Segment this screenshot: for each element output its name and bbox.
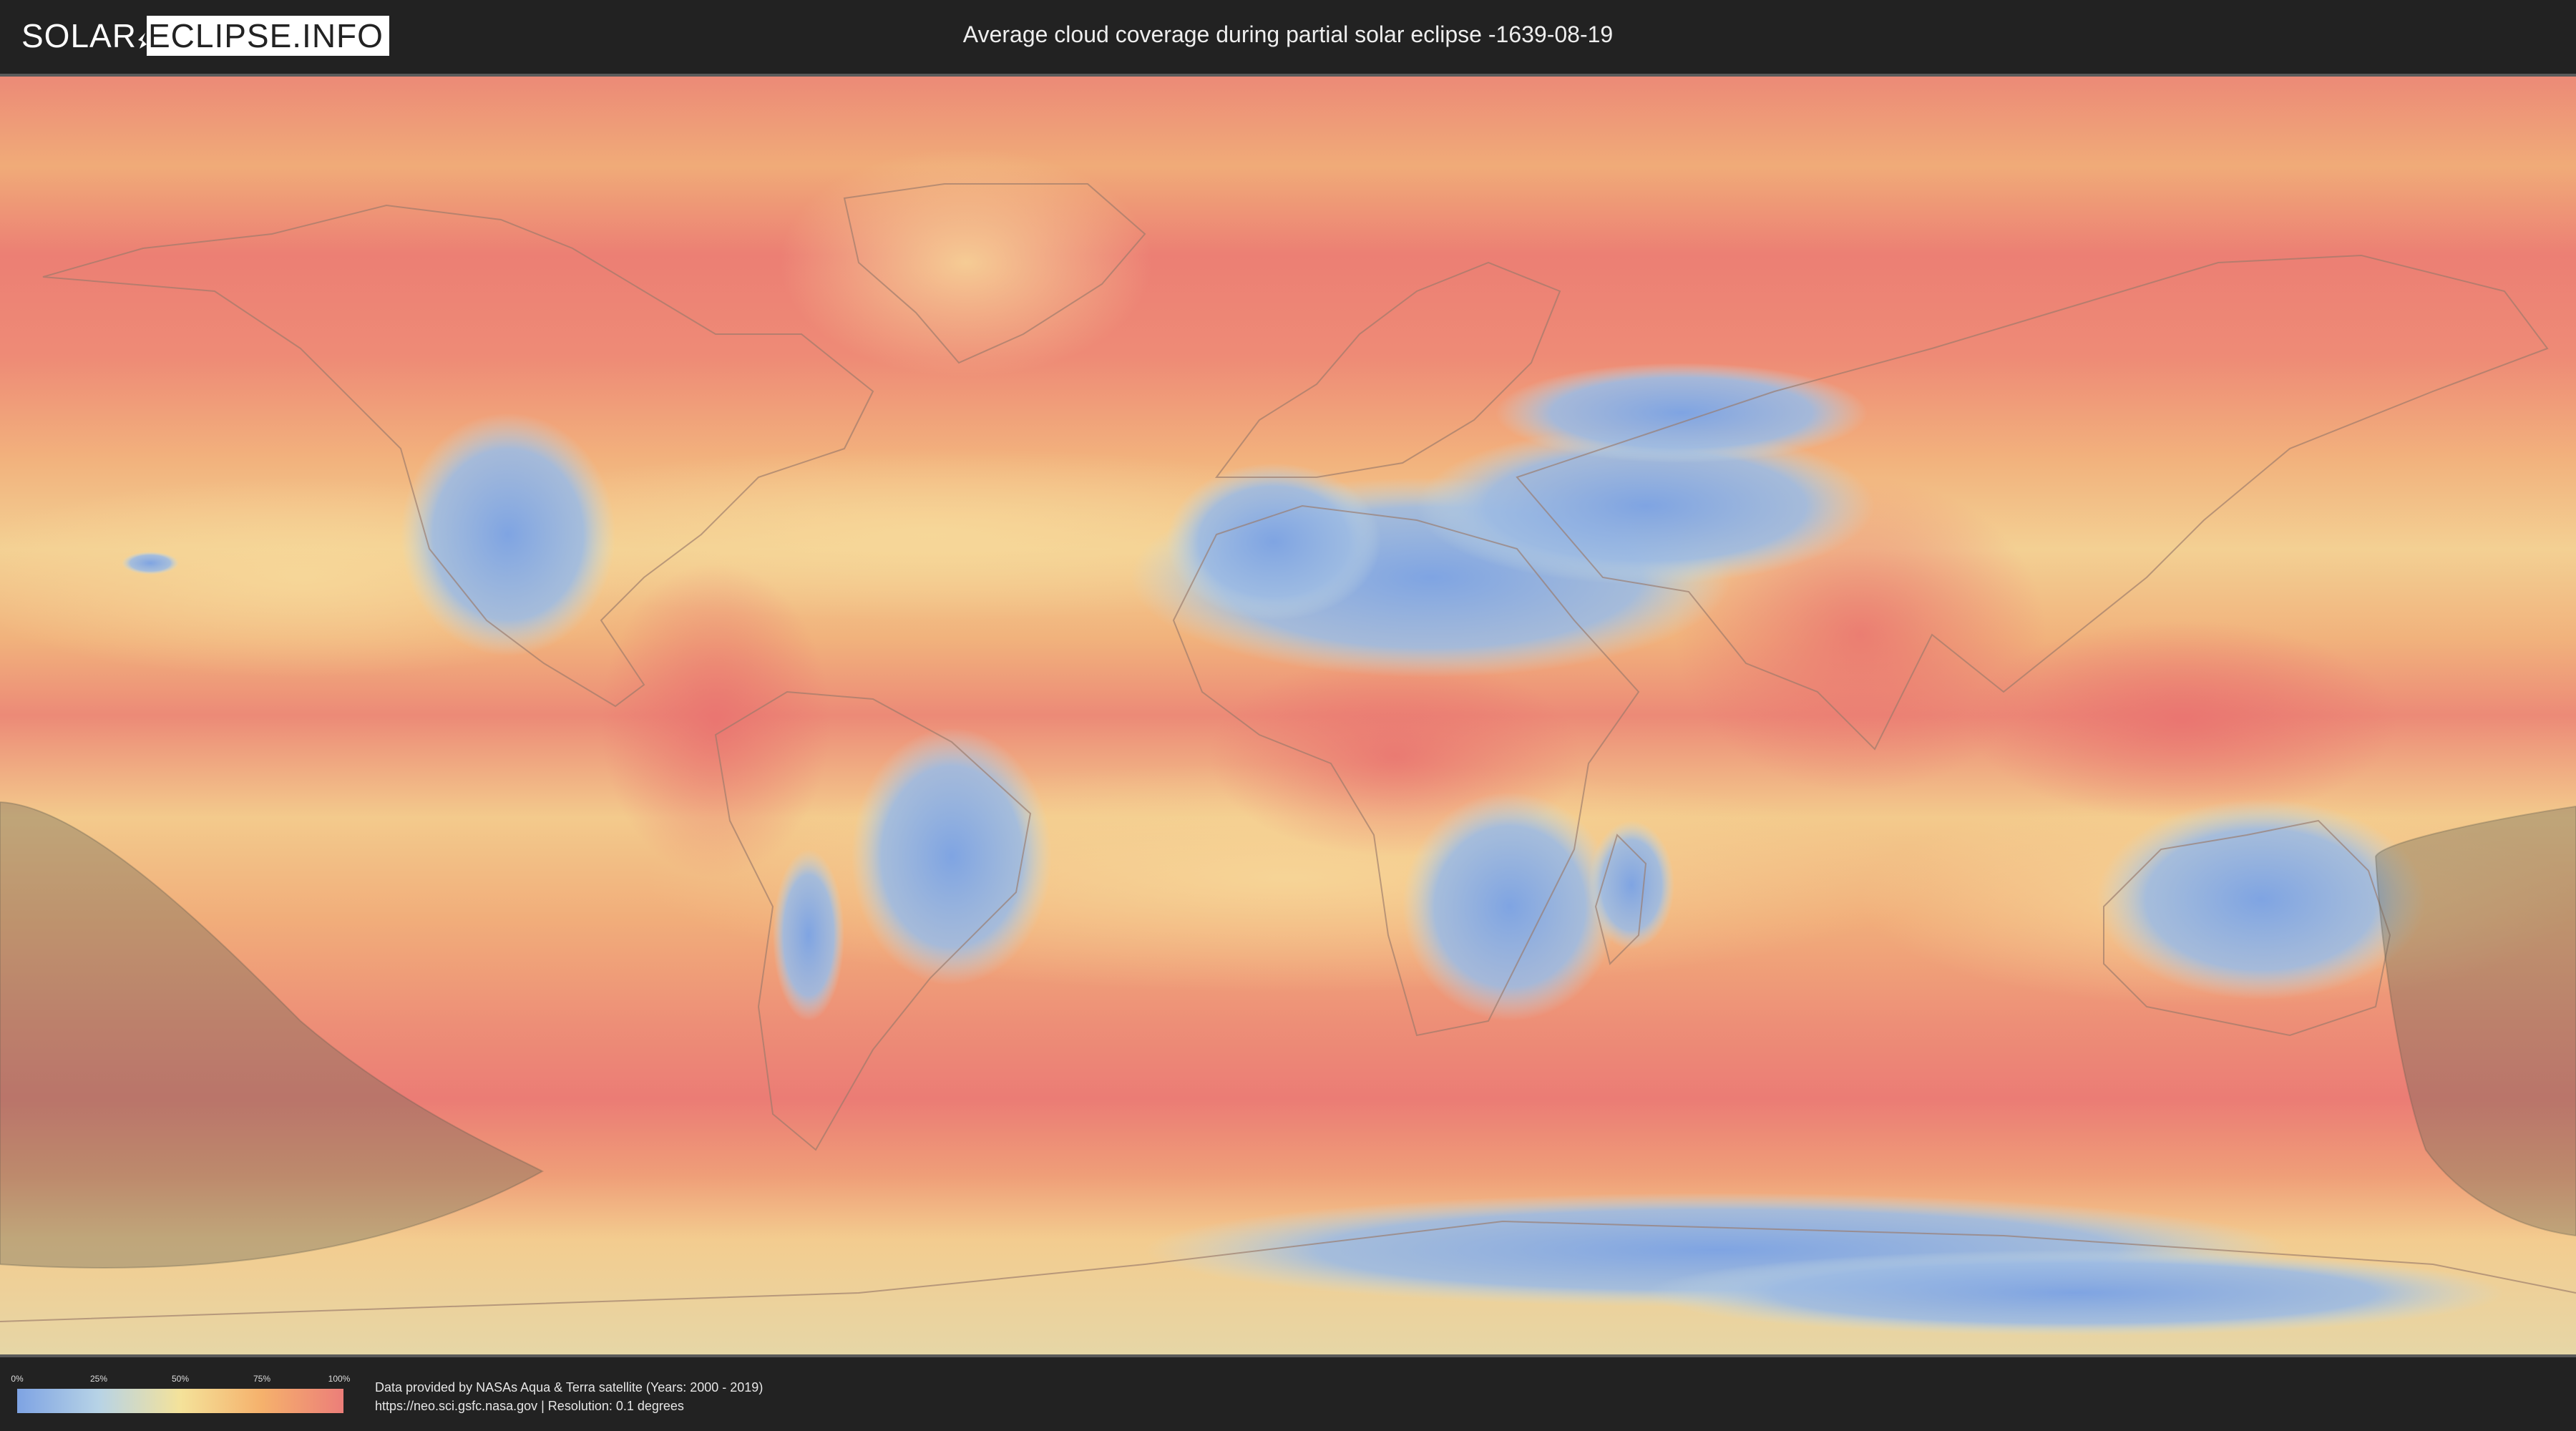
clear-region-brazil — [852, 728, 1052, 985]
clear-region-hawaii — [122, 552, 179, 575]
clear-region-antarctica-interior — [1646, 1250, 2504, 1336]
legend-tick-50: 50% — [171, 1374, 190, 1384]
page-title: Average cloud coverage during partial so… — [962, 21, 1614, 47]
maritime-continent-cloud — [1968, 620, 2397, 821]
greenland-band — [780, 148, 1152, 377]
data-credits: Data provided by NASAs Aqua & Terra sate… — [375, 1378, 763, 1415]
clear-region-central-asia — [1496, 363, 1868, 463]
clear-region-australia — [2097, 799, 2426, 1000]
clear-region-west-sahara — [1166, 463, 1381, 620]
header-bar: SOLAR ECLIPSE.INFO Average cloud coverag… — [0, 0, 2576, 72]
legend-tick-100: 100% — [328, 1374, 351, 1384]
clear-region-north-america — [401, 413, 615, 656]
clear-region-atacama — [773, 849, 844, 1021]
credits-line-url: https://neo.sci.gsfc.nasa.gov | Resoluti… — [375, 1399, 684, 1413]
legend-tick-labels: 0% 25% 50% 75% 100% — [11, 1374, 350, 1385]
cloud-coverage-legend-bar — [17, 1389, 343, 1413]
legend-tick-25: 25% — [89, 1374, 108, 1384]
cloud-coverage-map[interactable] — [0, 74, 2576, 1357]
amazon-west-cloud — [601, 563, 830, 878]
clear-region-southern-africa — [1402, 792, 1617, 1021]
credits-line-source: Data provided by NASAs Aqua & Terra sate… — [375, 1380, 763, 1395]
legend-tick-0: 0% — [11, 1374, 24, 1384]
legend-tick-75: 75% — [253, 1374, 271, 1384]
